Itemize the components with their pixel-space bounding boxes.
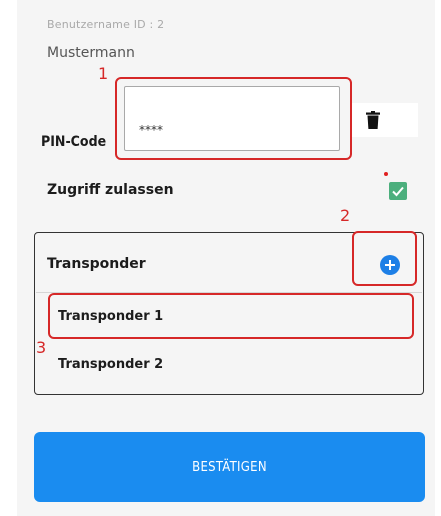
pin-code-label: PIN-Code [41, 134, 107, 150]
checkmark-icon [392, 186, 404, 197]
annotation-number-1: 1 [98, 64, 109, 83]
delete-pin-button[interactable] [352, 103, 418, 137]
annotation-box-2 [352, 231, 417, 286]
annotation-number-3: 3 [36, 338, 47, 357]
confirm-button[interactable]: BESTÄTIGEN [34, 432, 425, 502]
annotation-number-2: 2 [340, 206, 351, 225]
allow-access-label: Zugriff zulassen [47, 182, 174, 198]
annotation-box-1 [115, 77, 352, 160]
allow-access-checkbox[interactable] [389, 182, 407, 200]
transponder-title: Transponder [47, 256, 146, 272]
transponder-item-2[interactable]: Transponder 2 [58, 357, 163, 372]
annotation-box-3 [48, 293, 414, 339]
trash-icon[interactable] [366, 111, 380, 129]
username-label: Benutzername ID : 2 [47, 18, 165, 31]
red-marker-dot [384, 172, 388, 176]
username-value: Mustermann [47, 45, 135, 61]
